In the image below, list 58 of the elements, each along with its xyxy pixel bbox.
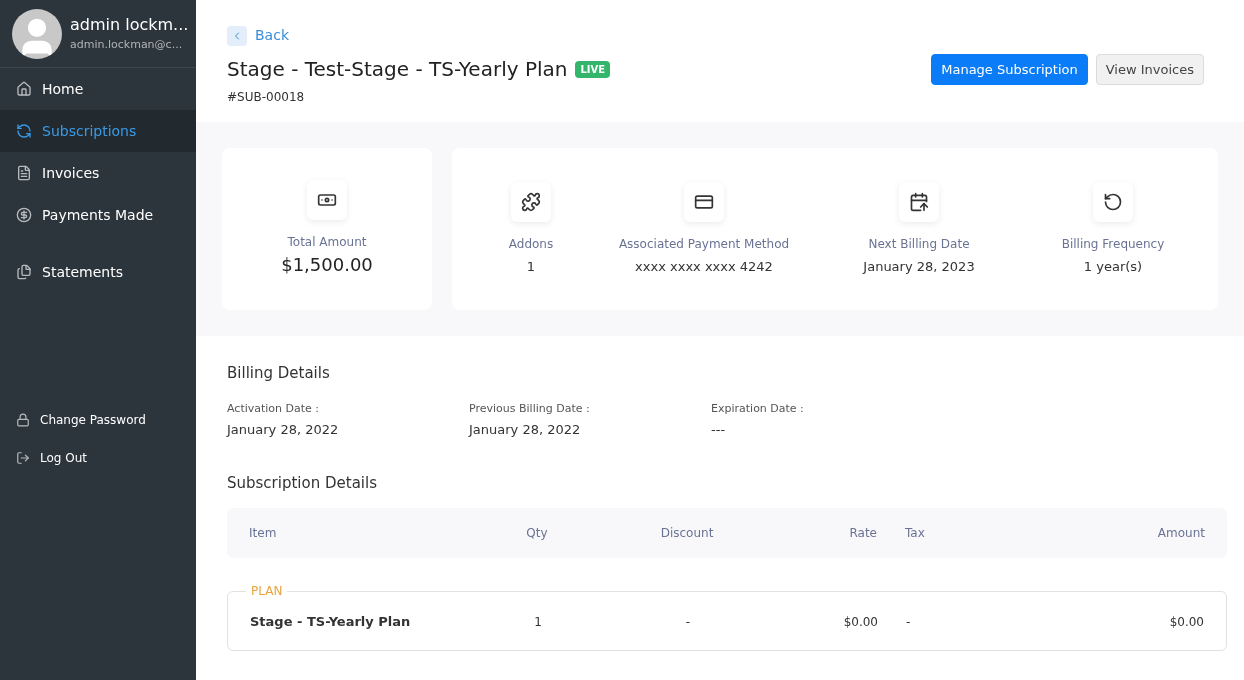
stat-label: Associated Payment Method — [618, 235, 790, 253]
field-value: January 28, 2022 — [227, 421, 340, 439]
nav-item[interactable]: Statements — [0, 246, 196, 298]
view-invoices-button[interactable]: View Invoices — [1095, 54, 1204, 85]
dollar-coin-icon — [16, 207, 32, 223]
puzzle-icon — [511, 181, 551, 222]
back-chevron-icon — [227, 25, 247, 46]
table-cell-text: $0.00 — [842, 613, 878, 631]
page-title: Stage - Test-Stage - TS-Yearly Plan — [227, 56, 568, 83]
lock-icon — [16, 413, 30, 427]
stat-value: xxxx xxxx xxxx 4242 — [635, 257, 773, 276]
stat-value: 1 — [526, 257, 536, 276]
column-header: Amount — [1156, 525, 1205, 542]
field-label: Expiration Date : — [711, 400, 805, 417]
column-header: Qty — [525, 525, 549, 542]
banknote-icon — [307, 180, 347, 220]
field-label: Previous Billing Date : — [469, 400, 591, 417]
stat-value: January 28, 2023 — [863, 257, 975, 276]
column-header: Tax — [904, 525, 926, 542]
table-cell-text: - — [684, 613, 692, 631]
account-link[interactable]: Change Password — [0, 410, 196, 430]
nav-item[interactable]: Invoices — [0, 152, 196, 194]
stat-label: Addons — [508, 235, 554, 253]
table-cell-text: 1 — [533, 613, 543, 631]
table-cell-text: Stage - TS-Yearly Plan — [250, 613, 412, 631]
column-header: Rate — [848, 525, 877, 542]
nav-item[interactable]: Subscriptions — [0, 110, 196, 152]
subscription-icon — [16, 123, 32, 139]
field-value: --- — [711, 421, 727, 439]
nav-item[interactable]: Payments Made — [0, 194, 196, 236]
stat-value: $1,500.00 — [281, 253, 373, 277]
column-header: Discount — [659, 525, 715, 542]
home-icon — [16, 81, 32, 97]
logout-icon — [16, 451, 30, 465]
subscription-id: #SUB-00018 — [227, 89, 306, 106]
credit-card-icon — [684, 181, 724, 222]
account-link[interactable]: Log Out — [0, 448, 196, 468]
calendar-icon — [899, 181, 939, 222]
status-badge: LIVE — [575, 60, 611, 78]
manage-subscription-button[interactable]: Manage Subscription — [931, 54, 1088, 85]
field-value: January 28, 2022 — [469, 421, 582, 439]
stat-label: Total Amount — [287, 234, 367, 251]
table-cell-text: $0.00 — [1168, 613, 1204, 631]
column-header: Item — [249, 525, 278, 542]
refresh-icon — [1093, 181, 1133, 222]
table-cell-text: - — [905, 613, 912, 631]
user-email: admin.lockman@c... — [70, 37, 184, 54]
stat-label: Billing Frequency — [1061, 235, 1165, 253]
field-label: Activation Date : — [227, 400, 321, 417]
section-title: Subscription Details — [227, 472, 378, 494]
nav-item[interactable]: Home — [0, 68, 196, 110]
stat-label: Next Billing Date — [868, 235, 970, 253]
document-icon — [16, 165, 32, 181]
documents-icon — [16, 264, 32, 280]
back-link[interactable]: Back — [227, 25, 611, 46]
section-title: Billing Details — [227, 363, 331, 384]
stat-value: 1 year(s) — [1083, 257, 1143, 276]
group-label: PLAN — [250, 583, 284, 600]
